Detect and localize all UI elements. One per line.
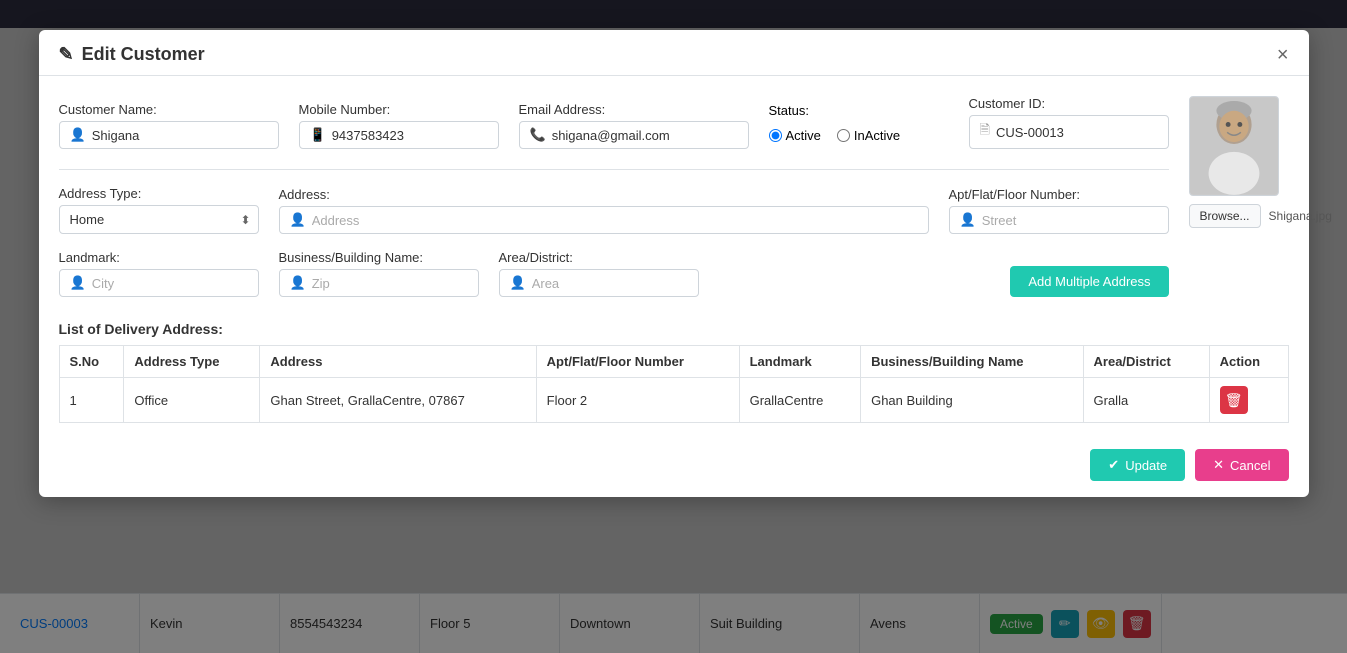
edit-customer-modal: ✎ Edit Customer × Customer Name: 👤	[39, 30, 1309, 497]
customer-name-input[interactable]	[92, 128, 268, 143]
area-icon: 👤	[510, 275, 526, 291]
cell-apt-flat-floor: Floor 2	[536, 378, 739, 423]
table-body: 1 Office Ghan Street, GrallaCentre, 0786…	[59, 378, 1288, 423]
modal-close-button[interactable]: ×	[1277, 45, 1289, 65]
mobile-number-label: Mobile Number:	[299, 102, 499, 117]
business-building-input[interactable]	[312, 276, 468, 291]
photo-controls: Browse... Shigana.jpg	[1189, 204, 1332, 228]
customer-id-input[interactable]	[996, 125, 1158, 140]
email-icon: 📞	[530, 127, 546, 143]
mobile-number-group: Mobile Number: 📱	[299, 102, 499, 149]
col-address-type: Address Type	[124, 346, 260, 378]
status-active-label[interactable]: Active	[769, 128, 821, 143]
photo-area: Browse... Shigana.jpg	[1189, 96, 1347, 228]
modal-title: ✎ Edit Customer	[59, 44, 205, 65]
building-icon: 👤	[290, 275, 306, 291]
col-landmark: Landmark	[739, 346, 860, 378]
customer-id-group: Customer ID: 🗎	[969, 96, 1169, 149]
cell-address: Ghan Street, GrallaCentre, 07867	[260, 378, 536, 423]
col-address: Address	[260, 346, 536, 378]
add-multiple-address-wrapper: Add Multiple Address	[1010, 266, 1168, 297]
address-input-wrapper[interactable]: 👤	[279, 206, 929, 234]
table-header: S.No Address Type Address Apt/Flat/Floor…	[59, 346, 1288, 378]
delivery-address-title: List of Delivery Address:	[59, 321, 1289, 337]
times-icon: ✕	[1213, 457, 1224, 473]
customer-id-label: Customer ID:	[969, 96, 1169, 111]
mobile-number-input-wrapper[interactable]: 📱	[299, 121, 499, 149]
status-active-radio[interactable]	[769, 129, 782, 142]
area-district-group: Area/District: 👤	[499, 250, 699, 297]
checkmark-icon: ✔	[1108, 457, 1119, 473]
address-icon: 👤	[290, 212, 306, 228]
delete-row-button[interactable]: 🗑	[1220, 386, 1248, 414]
edit-icon: ✎	[59, 44, 74, 65]
landmark-icon: 👤	[70, 275, 86, 291]
area-district-input[interactable]	[532, 276, 688, 291]
landmark-label: Landmark:	[59, 250, 259, 265]
landmark-input-wrapper[interactable]: 👤	[59, 269, 259, 297]
modal-footer: ✔ Update ✕ Cancel	[39, 439, 1309, 497]
col-area-district: Area/District	[1083, 346, 1209, 378]
apt-flat-floor-label: Apt/Flat/Floor Number:	[949, 187, 1169, 202]
business-building-label: Business/Building Name:	[279, 250, 479, 265]
cell-area-district: Gralla	[1083, 378, 1209, 423]
browse-button[interactable]: Browse...	[1189, 204, 1261, 228]
user-icon: 👤	[70, 127, 86, 143]
table-row: 1 Office Ghan Street, GrallaCentre, 0786…	[59, 378, 1288, 423]
email-address-label: Email Address:	[519, 102, 749, 117]
phone-icon: 📱	[310, 127, 326, 143]
address-type-select[interactable]: Home Office Other	[59, 205, 259, 234]
col-sno: S.No	[59, 346, 124, 378]
apt-flat-floor-input[interactable]	[982, 213, 1158, 228]
modal-overlay: ✎ Edit Customer × Customer Name: 👤	[0, 0, 1347, 653]
modal-header: ✎ Edit Customer ×	[39, 30, 1309, 76]
col-action: Action	[1209, 346, 1288, 378]
status-inactive-label[interactable]: InActive	[837, 128, 900, 143]
form-divider	[59, 169, 1169, 170]
cell-landmark: GrallaCentre	[739, 378, 860, 423]
apt-flat-floor-group: Apt/Flat/Floor Number: 👤	[949, 187, 1169, 234]
area-district-label: Area/District:	[499, 250, 699, 265]
area-district-input-wrapper[interactable]: 👤	[499, 269, 699, 297]
customer-photo	[1189, 96, 1279, 196]
business-building-group: Business/Building Name: 👤	[279, 250, 479, 297]
id-icon: 🗎	[980, 121, 990, 143]
cell-address-type: Office	[124, 378, 260, 423]
email-address-group: Email Address: 📞	[519, 102, 749, 149]
photo-filename: Shigana.jpg	[1269, 209, 1332, 223]
street-icon: 👤	[960, 212, 976, 228]
delivery-address-section: List of Delivery Address: S.No Address T…	[59, 321, 1289, 423]
cancel-button[interactable]: ✕ Cancel	[1195, 449, 1288, 481]
email-address-input[interactable]	[552, 128, 738, 143]
col-business-building: Business/Building Name	[861, 346, 1083, 378]
customer-name-group: Customer Name: 👤	[59, 102, 279, 149]
cell-sno: 1	[59, 378, 124, 423]
status-radio-group: Active InActive	[769, 122, 949, 149]
customer-id-input-wrapper: 🗎	[969, 115, 1169, 149]
address-label: Address:	[279, 187, 929, 202]
customer-name-input-wrapper[interactable]: 👤	[59, 121, 279, 149]
address-group: Address: 👤	[279, 187, 929, 234]
mobile-number-input[interactable]	[332, 128, 488, 143]
status-group: Status: Active InActive	[769, 103, 949, 149]
address-type-select-wrapper[interactable]: Home Office Other ⬍	[59, 205, 259, 234]
status-label: Status:	[769, 103, 949, 118]
business-building-input-wrapper[interactable]: 👤	[279, 269, 479, 297]
modal-body: Customer Name: 👤 Mobile Number: 📱	[39, 76, 1309, 439]
cell-business-building: Ghan Building	[861, 378, 1083, 423]
update-button[interactable]: ✔ Update	[1090, 449, 1185, 481]
address-type-label: Address Type:	[59, 186, 259, 201]
landmark-input[interactable]	[92, 276, 248, 291]
address-type-group: Address Type: Home Office Other ⬍	[59, 186, 259, 234]
col-apt-flat-floor: Apt/Flat/Floor Number	[536, 346, 739, 378]
add-multiple-address-button[interactable]: Add Multiple Address	[1010, 266, 1168, 297]
customer-name-label: Customer Name:	[59, 102, 279, 117]
delivery-address-table: S.No Address Type Address Apt/Flat/Floor…	[59, 345, 1289, 423]
apt-flat-floor-input-wrapper[interactable]: 👤	[949, 206, 1169, 234]
cell-action: 🗑	[1209, 378, 1288, 423]
status-inactive-radio[interactable]	[837, 129, 850, 142]
landmark-group: Landmark: 👤	[59, 250, 259, 297]
email-address-input-wrapper[interactable]: 📞	[519, 121, 749, 149]
address-input[interactable]	[312, 213, 918, 228]
